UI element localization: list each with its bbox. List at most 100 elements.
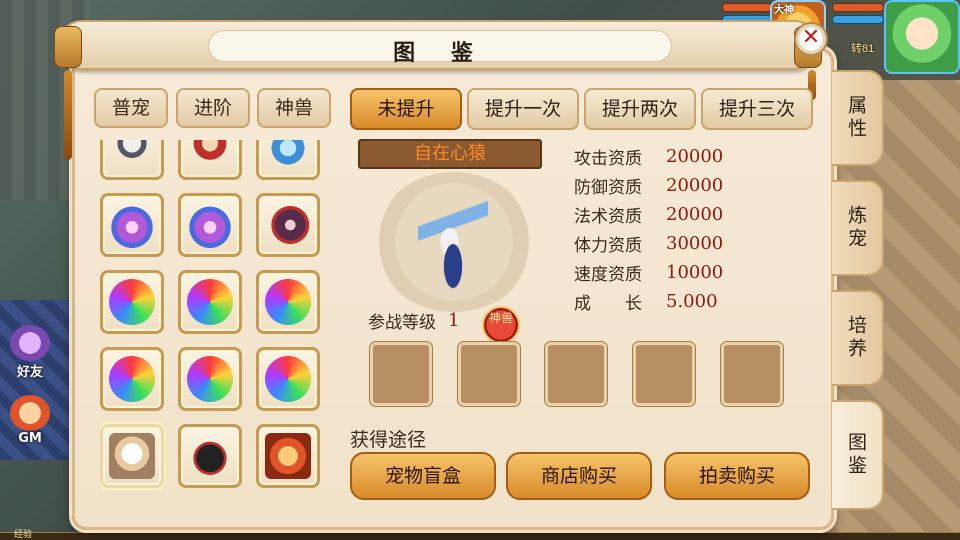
pet-thumbnail-monkey xyxy=(265,433,311,479)
pet-portrait xyxy=(374,172,534,312)
stat-label: 速度资质 xyxy=(574,265,642,285)
join-level-row: 参战等级 1 xyxy=(368,308,459,333)
pet-cell[interactable] xyxy=(100,193,164,257)
pet-thumbnail-purple xyxy=(109,202,155,248)
pet-sprite xyxy=(418,182,488,302)
pet-thumbnail-orb xyxy=(109,356,155,402)
pet-grid[interactable] xyxy=(100,140,330,492)
title-scroll: 图 鉴 xyxy=(54,20,822,70)
close-button[interactable]: ✕ xyxy=(794,22,828,56)
tab-upgrade-twice[interactable]: 提升两次 xyxy=(584,88,696,130)
obtain-method-label: 获得途径 xyxy=(350,429,427,451)
skill-slot[interactable] xyxy=(721,342,783,406)
pet-thumbnail-orb xyxy=(187,279,233,325)
close-icon: ✕ xyxy=(801,25,821,50)
stat-label: 防御资质 xyxy=(574,178,642,198)
experience-bar xyxy=(0,532,960,540)
stat-label: 体力资质 xyxy=(574,236,642,256)
tab-divine-beasts[interactable]: 神兽 xyxy=(257,88,331,128)
skill-slot[interactable] xyxy=(370,342,432,406)
pet-thumbnail-devil xyxy=(187,433,233,479)
auction-purchase-button[interactable]: 拍卖购买 xyxy=(664,452,810,500)
pet-thumbnail-blue xyxy=(265,140,311,171)
pet-thumbnail-orb xyxy=(265,356,311,402)
pet-stats: 攻击资质 20000 防御资质 20000 法术资质 20000 体力资质 30… xyxy=(574,142,814,316)
npc-hp-bar xyxy=(722,3,772,12)
tab-cultivate[interactable]: 培养 xyxy=(832,290,884,386)
pet-cell[interactable] xyxy=(178,347,242,411)
stat-value: 30000 xyxy=(666,233,724,254)
gm-label: GM xyxy=(18,431,42,446)
stat-label: 攻击资质 xyxy=(574,149,642,169)
scroll-end-left xyxy=(54,26,82,68)
join-level-label: 参战等级 xyxy=(368,313,436,333)
pet-cell[interactable] xyxy=(100,424,164,488)
pet-cell[interactable] xyxy=(178,193,242,257)
pet-cell[interactable] xyxy=(178,140,242,180)
tab-common-pets[interactable]: 普宠 xyxy=(94,88,168,128)
divine-beast-badge: 神兽 xyxy=(482,306,520,344)
player-avatar[interactable] xyxy=(884,0,960,74)
stat-row: 速度资质 10000 xyxy=(574,258,814,287)
skill-slot[interactable] xyxy=(545,342,607,406)
title-plate: 图 鉴 xyxy=(208,30,672,66)
pet-cell[interactable] xyxy=(100,347,164,411)
stat-value: 20000 xyxy=(666,175,724,196)
player-status-bars xyxy=(832,0,884,24)
experience-label: 经验 xyxy=(14,530,33,540)
pet-cell[interactable] xyxy=(256,193,320,257)
pet-blind-box-button[interactable]: 宠物盲盒 xyxy=(350,452,496,500)
pet-thumbnail-orb xyxy=(265,279,311,325)
pet-thumbnail-orb xyxy=(109,279,155,325)
shop-purchase-button[interactable]: 商店购买 xyxy=(506,452,652,500)
pet-cell[interactable] xyxy=(256,140,320,180)
player-mp-bar xyxy=(832,15,884,24)
pet-detail-area: 未提升 提升一次 提升两次 提升三次 自在心猿 攻击资质 20000 防御资质 … xyxy=(348,80,828,500)
skill-slot[interactable] xyxy=(633,342,695,406)
pet-name: 自在心猿 xyxy=(358,139,542,169)
pet-thumbnail-warrior xyxy=(109,140,155,171)
stat-row: 法术资质 20000 xyxy=(574,200,814,229)
friends-button[interactable]: 好友 xyxy=(4,325,56,381)
pet-thumbnail-purple xyxy=(187,202,233,248)
pet-cell[interactable] xyxy=(178,424,242,488)
tassel-decoration-left xyxy=(64,70,72,160)
join-level-value: 1 xyxy=(448,310,460,331)
pet-list-column: 普宠 进阶 神兽 xyxy=(88,80,343,500)
npc-tag: 大神 xyxy=(774,5,794,16)
tab-upgrade-thrice[interactable]: 提升三次 xyxy=(701,88,813,130)
gm-button[interactable]: GM xyxy=(4,395,56,451)
stat-row: 成 长 5.000 xyxy=(574,287,814,316)
skill-slot[interactable] xyxy=(458,342,520,406)
stat-label: 成 长 xyxy=(574,294,642,314)
pet-cell[interactable] xyxy=(256,347,320,411)
gm-icon xyxy=(10,395,50,431)
stat-value: 20000 xyxy=(666,204,724,225)
stat-row: 体力资质 30000 xyxy=(574,229,814,258)
pet-thumbnail-dark xyxy=(265,202,311,248)
pet-cell[interactable] xyxy=(178,270,242,334)
tab-upgrade-once[interactable]: 提升一次 xyxy=(467,88,579,130)
pet-thumbnail-red xyxy=(187,140,233,171)
stat-row: 防御资质 20000 xyxy=(574,171,814,200)
pet-cell[interactable] xyxy=(100,270,164,334)
stat-label: 法术资质 xyxy=(574,207,642,227)
friends-label: 好友 xyxy=(16,365,43,380)
pet-cell[interactable] xyxy=(256,424,320,488)
tab-not-upgraded[interactable]: 未提升 xyxy=(350,88,462,130)
stat-row: 攻击资质 20000 xyxy=(574,142,814,171)
tab-attributes[interactable]: 属性 xyxy=(832,70,884,166)
pet-cell[interactable] xyxy=(100,140,164,180)
friends-icon xyxy=(10,325,50,361)
window-title: 图 鉴 xyxy=(393,41,487,66)
stat-value: 20000 xyxy=(666,146,724,167)
stat-value: 10000 xyxy=(666,262,724,283)
tab-codex[interactable]: 图鉴 xyxy=(832,400,884,510)
tab-advanced-pets[interactable]: 进阶 xyxy=(176,88,250,128)
pet-cell[interactable] xyxy=(256,270,320,334)
player-hp-bar xyxy=(832,3,884,12)
pet-thumbnail-old xyxy=(109,433,155,479)
tab-refine-pet[interactable]: 炼宠 xyxy=(832,180,884,276)
player-turn-label: 转81 xyxy=(851,43,875,55)
stat-value: 5.000 xyxy=(666,291,718,312)
